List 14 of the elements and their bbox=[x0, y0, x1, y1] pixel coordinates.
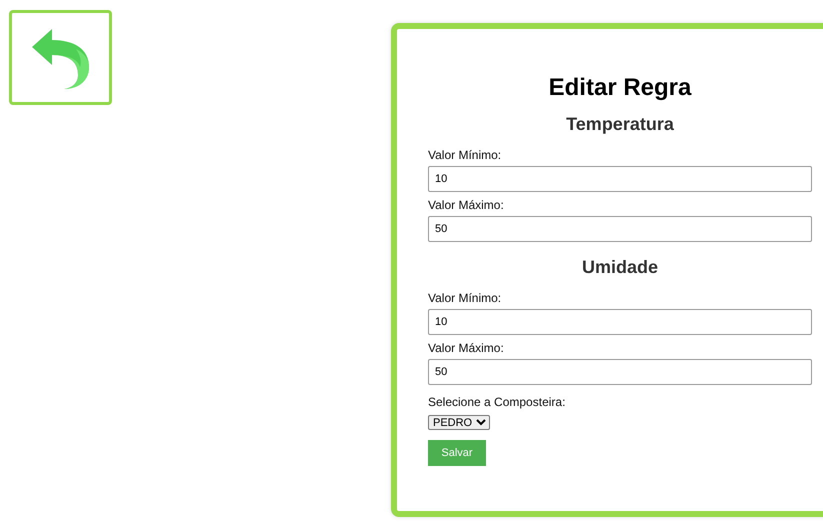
number-field[interactable]: 10 bbox=[428, 309, 812, 335]
field-label: Valor Mínimo: bbox=[428, 291, 502, 305]
composter-dropdown[interactable]: PEDRO bbox=[428, 415, 490, 430]
form-title: Editar Regra bbox=[548, 74, 692, 102]
number-field[interactable]: 50 bbox=[428, 359, 812, 385]
field-label: Selecione a Composteira: bbox=[428, 395, 566, 409]
field-label: Valor Mínimo: bbox=[428, 148, 502, 162]
field-label: Valor Máximo: bbox=[428, 341, 505, 355]
field-label: Valor Máximo: bbox=[428, 198, 505, 212]
number-field[interactable]: 10 bbox=[428, 166, 812, 192]
back-button[interactable] bbox=[9, 10, 112, 105]
number-field[interactable]: 50 bbox=[428, 216, 812, 242]
section-heading: Umidade bbox=[580, 257, 660, 278]
section-heading: Temperatura bbox=[565, 114, 675, 135]
